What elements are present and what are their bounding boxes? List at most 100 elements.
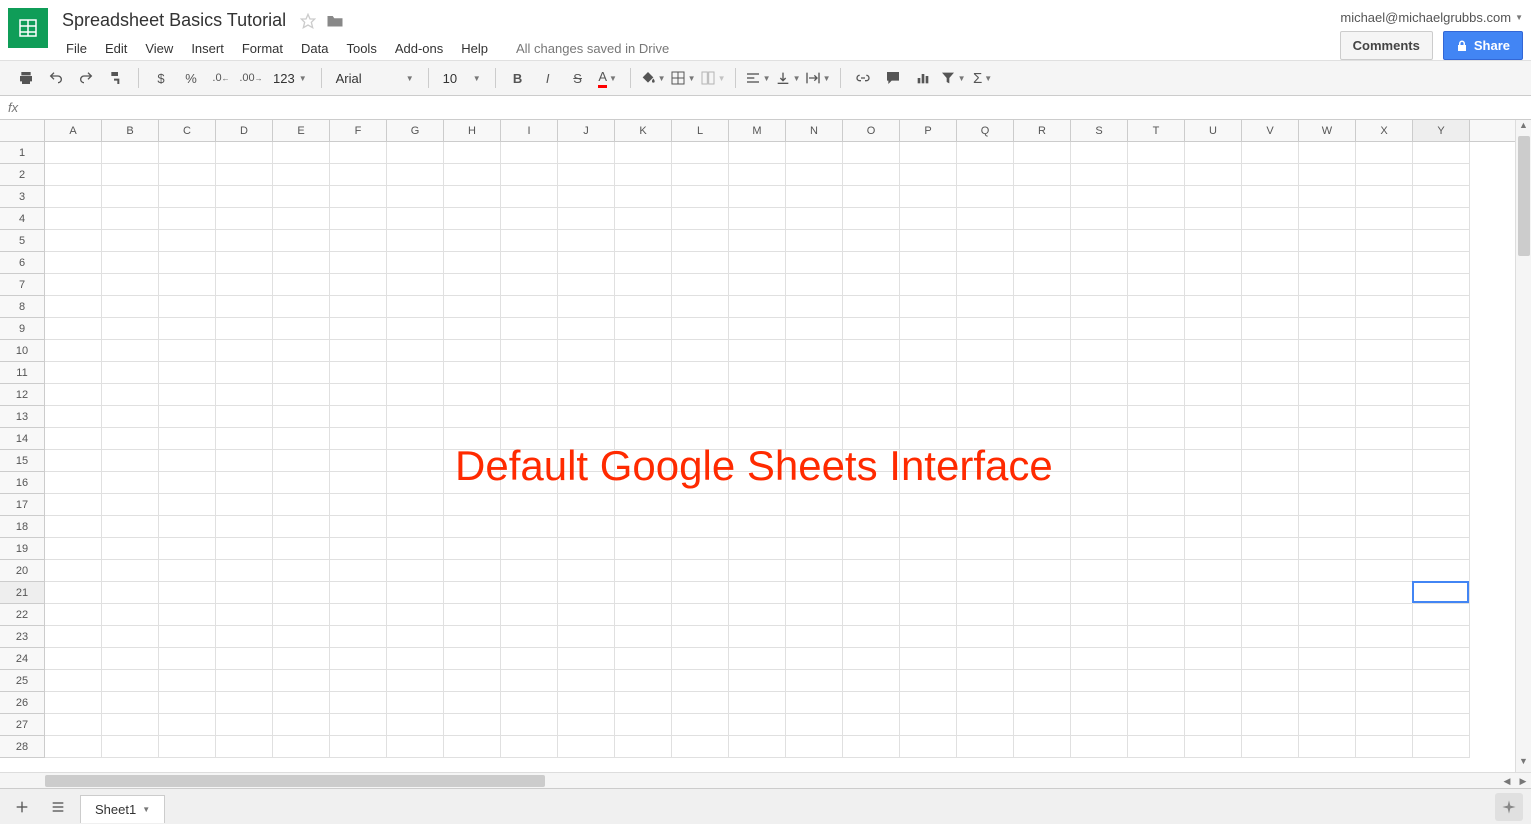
row-header[interactable]: 10 — [0, 340, 45, 362]
cell[interactable] — [1413, 230, 1470, 252]
cell[interactable] — [1413, 406, 1470, 428]
cell[interactable] — [672, 714, 729, 736]
cell[interactable] — [957, 230, 1014, 252]
cell[interactable] — [1356, 406, 1413, 428]
cell[interactable] — [1299, 626, 1356, 648]
cell[interactable] — [786, 252, 843, 274]
cell[interactable] — [957, 384, 1014, 406]
cell[interactable] — [1014, 582, 1071, 604]
cell[interactable] — [1071, 428, 1128, 450]
cell[interactable] — [45, 274, 102, 296]
cell[interactable] — [501, 164, 558, 186]
cell[interactable] — [1299, 736, 1356, 758]
cell[interactable] — [1014, 230, 1071, 252]
cell[interactable] — [330, 142, 387, 164]
cell[interactable] — [1242, 670, 1299, 692]
cell[interactable] — [159, 736, 216, 758]
cell[interactable] — [1014, 472, 1071, 494]
paint-format-button[interactable] — [102, 65, 130, 91]
cell[interactable] — [615, 604, 672, 626]
cell[interactable] — [900, 538, 957, 560]
cell[interactable] — [330, 736, 387, 758]
cell[interactable] — [786, 450, 843, 472]
cell[interactable] — [159, 626, 216, 648]
cell[interactable] — [330, 516, 387, 538]
cell[interactable] — [843, 230, 900, 252]
cell[interactable] — [672, 604, 729, 626]
cell[interactable] — [1128, 164, 1185, 186]
cell[interactable] — [672, 318, 729, 340]
cell[interactable] — [786, 472, 843, 494]
cell[interactable] — [45, 472, 102, 494]
cell[interactable] — [444, 252, 501, 274]
cell[interactable] — [330, 450, 387, 472]
cell[interactable] — [957, 274, 1014, 296]
cell[interactable] — [615, 362, 672, 384]
cell[interactable] — [957, 670, 1014, 692]
cell[interactable] — [1242, 362, 1299, 384]
cell[interactable] — [1128, 670, 1185, 692]
cell[interactable] — [159, 186, 216, 208]
cell[interactable] — [387, 296, 444, 318]
cell[interactable] — [843, 362, 900, 384]
cell[interactable] — [672, 450, 729, 472]
cell[interactable] — [387, 648, 444, 670]
cell[interactable] — [900, 230, 957, 252]
cell[interactable] — [786, 274, 843, 296]
cell[interactable] — [45, 384, 102, 406]
cell[interactable] — [1014, 340, 1071, 362]
cell[interactable] — [1128, 538, 1185, 560]
cell[interactable] — [273, 340, 330, 362]
cell[interactable] — [729, 142, 786, 164]
cell[interactable] — [501, 604, 558, 626]
cell[interactable] — [444, 736, 501, 758]
cell[interactable] — [1128, 384, 1185, 406]
cell[interactable] — [1014, 208, 1071, 230]
cell[interactable] — [45, 428, 102, 450]
cell[interactable] — [1014, 538, 1071, 560]
cell[interactable] — [273, 186, 330, 208]
cell[interactable] — [387, 692, 444, 714]
cell[interactable] — [159, 450, 216, 472]
column-header[interactable]: D — [216, 120, 273, 141]
cell[interactable] — [1185, 274, 1242, 296]
cell[interactable] — [558, 384, 615, 406]
cell[interactable] — [1299, 582, 1356, 604]
cell[interactable] — [1128, 274, 1185, 296]
cell[interactable] — [1128, 626, 1185, 648]
sheets-logo[interactable] — [8, 8, 48, 48]
cell[interactable] — [1071, 384, 1128, 406]
cell[interactable] — [1413, 670, 1470, 692]
column-header[interactable]: T — [1128, 120, 1185, 141]
cell[interactable] — [1014, 604, 1071, 626]
cell[interactable] — [672, 626, 729, 648]
cell[interactable] — [615, 318, 672, 340]
cell[interactable] — [672, 384, 729, 406]
cell[interactable] — [1413, 340, 1470, 362]
cell[interactable] — [102, 648, 159, 670]
cell[interactable] — [1299, 340, 1356, 362]
cell[interactable] — [216, 362, 273, 384]
row-header[interactable]: 17 — [0, 494, 45, 516]
cell[interactable] — [672, 582, 729, 604]
cell[interactable] — [1356, 736, 1413, 758]
cell[interactable] — [843, 692, 900, 714]
cell[interactable] — [672, 340, 729, 362]
cell[interactable] — [102, 318, 159, 340]
cell[interactable] — [273, 296, 330, 318]
cell[interactable] — [216, 626, 273, 648]
cell[interactable] — [1356, 186, 1413, 208]
cell[interactable] — [330, 714, 387, 736]
cell[interactable] — [45, 670, 102, 692]
cell[interactable] — [45, 362, 102, 384]
cell[interactable] — [558, 428, 615, 450]
cell[interactable] — [900, 736, 957, 758]
cell[interactable] — [672, 736, 729, 758]
cell[interactable] — [159, 362, 216, 384]
cell[interactable] — [1128, 494, 1185, 516]
cell[interactable] — [102, 450, 159, 472]
cell[interactable] — [1413, 208, 1470, 230]
strikethrough-button[interactable]: S — [564, 65, 592, 91]
cell[interactable] — [672, 406, 729, 428]
horizontal-align-button[interactable]: ▼ — [744, 65, 772, 91]
